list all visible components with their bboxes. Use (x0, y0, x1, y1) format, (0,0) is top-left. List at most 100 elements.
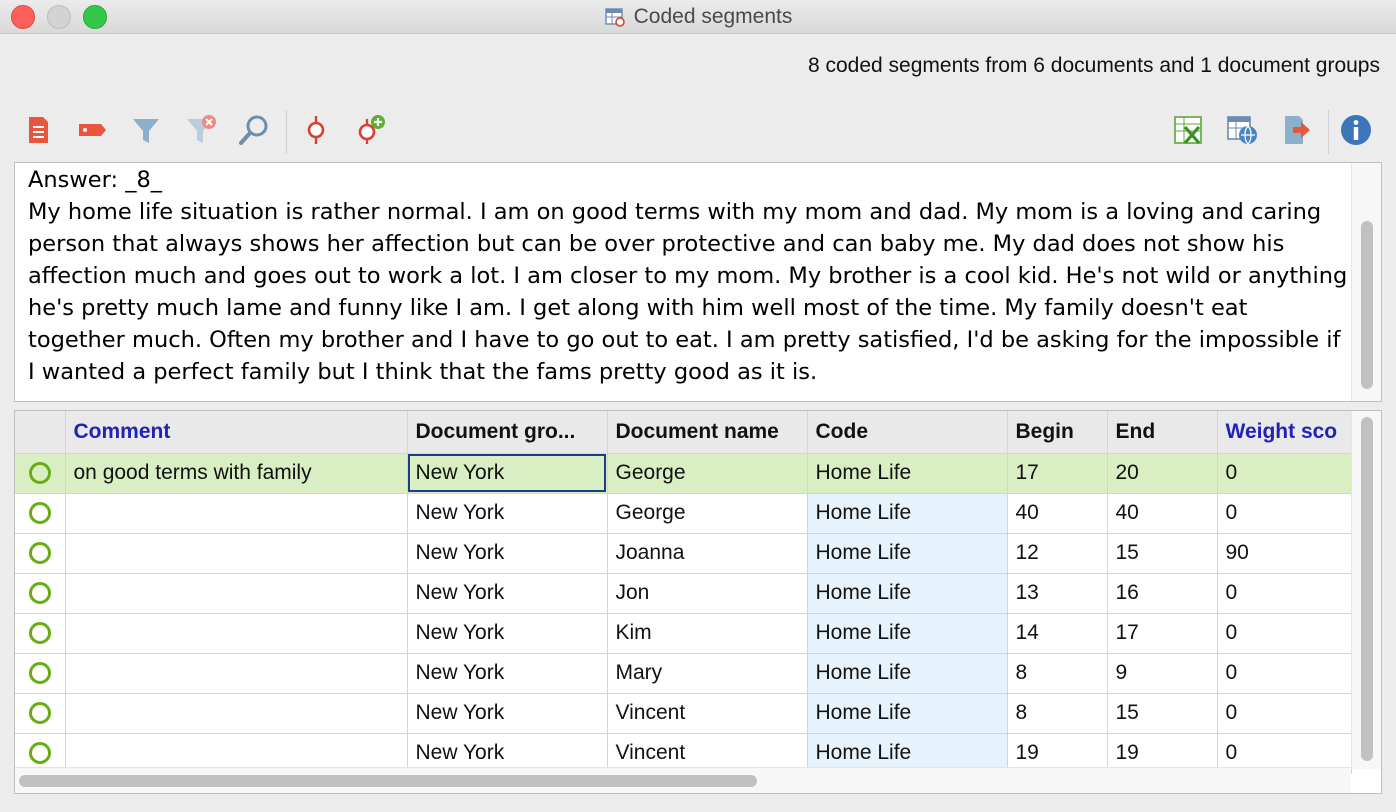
cell-document-group[interactable]: New York (407, 453, 608, 494)
cell-comment[interactable] (65, 533, 408, 574)
cell-code[interactable]: Home Life (807, 533, 1008, 574)
cell-document-group[interactable]: New York (407, 693, 608, 734)
table-row[interactable]: New York Mary Home Life 8 9 0 (15, 653, 1352, 694)
cell-begin[interactable]: 12 (1007, 533, 1108, 574)
export-html-button[interactable] (1222, 110, 1262, 150)
table-row[interactable]: New York Joanna Home Life 12 15 90 (15, 533, 1352, 574)
column-header-weight-score[interactable]: Weight sco (1217, 411, 1352, 454)
cell-code[interactable]: Home Life (807, 493, 1008, 534)
table-row[interactable]: New York Kim Home Life 14 17 0 (15, 613, 1352, 654)
cell-begin[interactable]: 8 (1007, 653, 1108, 694)
search-button[interactable] (234, 110, 274, 150)
html-export-icon (1227, 116, 1257, 145)
cell-document-name[interactable]: George (607, 453, 808, 494)
toolbar-separator (286, 110, 287, 154)
cell-code[interactable]: Home Life (807, 573, 1008, 614)
column-header-code[interactable]: Code (807, 411, 1008, 454)
cell-status[interactable] (15, 493, 66, 534)
search-icon (239, 115, 268, 145)
cell-end[interactable]: 9 (1107, 653, 1218, 694)
cell-end[interactable]: 15 (1107, 533, 1218, 574)
add-segment-button[interactable] (350, 110, 390, 150)
info-button[interactable] (1336, 110, 1376, 150)
column-header-end[interactable]: End (1107, 411, 1218, 454)
cell-begin[interactable]: 40 (1007, 493, 1108, 534)
cell-weight-score[interactable]: 0 (1217, 693, 1352, 734)
column-header-comment[interactable]: Comment (65, 411, 408, 454)
cell-status[interactable] (15, 453, 66, 494)
cell-weight-score[interactable]: 0 (1217, 453, 1352, 494)
cell-end[interactable]: 17 (1107, 613, 1218, 654)
column-header-document-name[interactable]: Document name (607, 411, 808, 454)
cell-comment[interactable] (65, 653, 408, 694)
cell-begin[interactable]: 17 (1007, 453, 1108, 494)
cell-end[interactable]: 15 (1107, 693, 1218, 734)
excel-export-icon (1174, 116, 1202, 145)
cell-begin[interactable]: 8 (1007, 693, 1108, 734)
code-tag-icon (79, 124, 106, 136)
table-vscroll-thumb[interactable] (1361, 417, 1373, 761)
cell-document-name[interactable]: Vincent (607, 693, 808, 734)
show-code-button[interactable] (72, 110, 112, 150)
table-row[interactable]: on good terms with family New York George H… (15, 453, 1352, 494)
cell-comment[interactable] (65, 493, 408, 534)
cell-document-group[interactable]: New York (407, 493, 608, 534)
filter-button[interactable] (126, 110, 166, 150)
cell-weight-score[interactable]: 90 (1217, 533, 1352, 574)
cell-document-name[interactable]: Joanna (607, 533, 808, 574)
cell-comment[interactable]: on good terms with family (65, 453, 408, 494)
activate-segment-button[interactable] (296, 110, 336, 150)
cell-code[interactable]: Home Life (807, 613, 1008, 654)
cell-weight-score[interactable]: 0 (1217, 493, 1352, 534)
cell-document-group[interactable]: New York (407, 613, 608, 654)
table-row[interactable]: New York Vincent Home Life 8 15 0 (15, 693, 1352, 734)
cell-comment[interactable] (65, 613, 408, 654)
cell-document-name[interactable]: George (607, 493, 808, 534)
cell-document-name[interactable]: Kim (607, 613, 808, 654)
cell-document-group[interactable]: New York (407, 653, 608, 694)
info-icon (1341, 115, 1371, 145)
column-header-document-group[interactable]: Document gro... (407, 411, 608, 454)
export-excel-button[interactable] (1168, 110, 1208, 150)
cell-status[interactable] (15, 533, 66, 574)
cell-document-name[interactable]: Jon (607, 573, 808, 614)
cell-status[interactable] (15, 693, 66, 734)
cell-code[interactable]: Home Life (807, 453, 1008, 494)
text-scroll-thumb[interactable] (1361, 221, 1373, 389)
cell-weight-score[interactable]: 0 (1217, 653, 1352, 694)
cell-comment[interactable] (65, 573, 408, 614)
segment-status-circle-icon (28, 462, 51, 485)
cell-code[interactable]: Home Life (807, 653, 1008, 694)
cell-document-group[interactable]: New York (407, 533, 608, 574)
show-document-button[interactable] (18, 110, 58, 150)
cell-end[interactable]: 40 (1107, 493, 1218, 534)
export-button[interactable] (1276, 110, 1316, 150)
cell-begin[interactable]: 13 (1007, 573, 1108, 614)
column-header-status[interactable] (15, 411, 66, 454)
segment-text-preview[interactable]: Answer: _8_ My home life situation is ra… (14, 162, 1382, 402)
clear-filter-button[interactable] (180, 110, 220, 150)
cell-weight-score[interactable]: 0 (1217, 573, 1352, 614)
table-row[interactable]: New York Jon Home Life 13 16 0 (15, 573, 1352, 614)
segment-status-circle-icon (28, 702, 51, 725)
window-title: Coded segments (633, 5, 793, 28)
cell-document-name[interactable]: Mary (607, 653, 808, 694)
table-horizontal-scrollbar[interactable] (15, 767, 1351, 793)
cell-code[interactable]: Home Life (807, 693, 1008, 734)
table-vertical-scrollbar[interactable] (1351, 411, 1381, 769)
cell-end[interactable]: 20 (1107, 453, 1218, 494)
cell-begin[interactable]: 14 (1007, 613, 1108, 654)
table-row[interactable]: New York George Home Life 40 40 0 (15, 493, 1352, 534)
segment-status-circle-icon (28, 502, 51, 525)
cell-comment[interactable] (65, 693, 408, 734)
cell-document-group[interactable]: New York (407, 573, 608, 614)
column-header-begin[interactable]: Begin (1007, 411, 1108, 454)
text-vertical-scrollbar[interactable] (1351, 163, 1381, 401)
cell-status[interactable] (15, 573, 66, 614)
table-hscroll-thumb[interactable] (19, 775, 757, 787)
cell-status[interactable] (15, 653, 66, 694)
cell-weight-score[interactable]: 0 (1217, 613, 1352, 654)
cell-status[interactable] (15, 613, 66, 654)
segments-summary: 8 coded segments from 6 documents and 1 … (807, 54, 1380, 77)
cell-end[interactable]: 16 (1107, 573, 1218, 614)
